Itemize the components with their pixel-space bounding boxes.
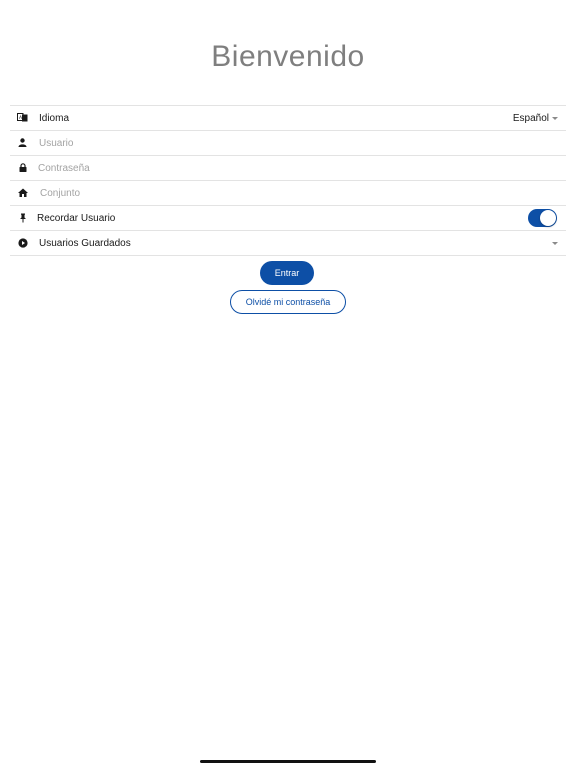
forgot-password-button[interactable]: Olvidé mi contraseña bbox=[230, 290, 346, 314]
language-row[interactable]: A Idioma Español bbox=[10, 106, 566, 131]
login-screen: Bienvenido A Idioma Español Usuario Cont… bbox=[0, 0, 576, 768]
page-title: Bienvenido bbox=[211, 40, 365, 73]
saved-users-label: Usuarios Guardados bbox=[39, 238, 131, 249]
remember-row: Recordar Usuario bbox=[10, 206, 566, 231]
user-icon bbox=[17, 137, 28, 148]
language-icon: A bbox=[17, 112, 28, 123]
language-select[interactable]: Español bbox=[513, 113, 558, 124]
home-icon bbox=[17, 187, 28, 198]
remember-label: Recordar Usuario bbox=[37, 213, 116, 224]
login-button[interactable]: Entrar bbox=[260, 261, 314, 285]
password-field[interactable]: Contraseña bbox=[38, 163, 90, 174]
password-row[interactable]: Contraseña bbox=[10, 156, 566, 181]
username-field[interactable]: Usuario bbox=[39, 138, 73, 149]
username-row[interactable]: Usuario bbox=[10, 131, 566, 156]
chevron-down-icon bbox=[552, 117, 558, 120]
lock-icon bbox=[17, 162, 28, 173]
saved-users-row[interactable]: Usuarios Guardados bbox=[10, 231, 566, 256]
complex-field[interactable]: Conjunto bbox=[40, 188, 80, 199]
home-indicator[interactable] bbox=[200, 760, 376, 763]
chevron-down-icon[interactable] bbox=[552, 242, 558, 245]
login-form: A Idioma Español Usuario Contraseña Conj… bbox=[10, 105, 566, 256]
complex-row[interactable]: Conjunto bbox=[10, 181, 566, 206]
remember-toggle[interactable] bbox=[528, 209, 557, 227]
language-value: Español bbox=[512, 113, 549, 124]
toggle-knob bbox=[540, 210, 556, 226]
language-label: Idioma bbox=[39, 113, 70, 124]
play-circle-icon bbox=[17, 237, 28, 248]
pin-icon bbox=[17, 212, 28, 223]
